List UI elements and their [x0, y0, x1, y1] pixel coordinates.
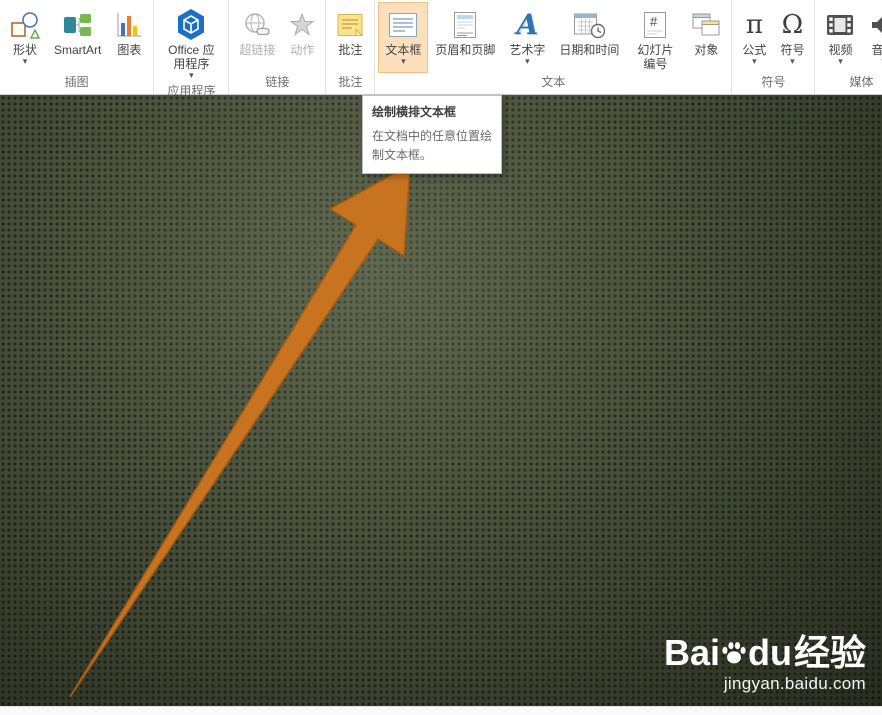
video-film-icon — [825, 7, 855, 43]
ribbon: 形状 ▾ SmartArt 图表 插图 Office 应用程序 ▾ 应用程序 超… — [0, 0, 882, 98]
equation-pi-icon: π — [745, 10, 763, 40]
chevron-down-icon: ▾ — [401, 56, 406, 66]
logo-text-jingyan: 经验 — [793, 632, 866, 673]
wordart-icon: A — [516, 8, 539, 41]
chevron-down-icon: ▾ — [525, 56, 530, 66]
date-time-icon — [573, 7, 606, 43]
button-label: 超链接 — [239, 43, 276, 57]
tooltip-title: 绘制横排文本框 — [372, 105, 457, 119]
object-button[interactable]: 对象 — [684, 2, 728, 73]
comment-button[interactable]: 批注 — [329, 2, 371, 73]
button-label: 图表 — [117, 43, 142, 57]
chevron-down-icon: ▾ — [790, 56, 795, 66]
action-button[interactable]: 动作 — [282, 2, 322, 73]
chart-button[interactable]: 图表 — [108, 2, 150, 73]
svg-text:#: # — [650, 14, 658, 29]
watermark-url: jingyan.baidu.com — [723, 674, 866, 693]
symbol-button[interactable]: Ω 符号 ▾ — [773, 2, 811, 73]
ribbon-group-links: 超链接 动作 链接 — [229, 0, 327, 94]
chart-icon — [115, 7, 143, 43]
annotation-arrow — [69, 163, 411, 698]
button-label: 批注 — [338, 43, 363, 57]
baidu-logo: Bai du 经验 — [664, 635, 866, 671]
date-time-button[interactable]: 日期和时间 — [552, 2, 626, 73]
button-label: SmartArt — [54, 43, 102, 57]
smartart-icon — [63, 7, 93, 43]
button-label: 形状 — [12, 43, 37, 57]
textbox-icon — [388, 7, 418, 43]
chevron-down-icon: ▾ — [189, 70, 194, 80]
button-label: 动作 — [290, 43, 315, 57]
header-footer-button[interactable]: 页眉和页脚 — [428, 2, 502, 73]
button-label: 对象 — [694, 43, 719, 57]
audio-speaker-icon — [869, 7, 882, 43]
button-label: 视频 — [828, 43, 853, 57]
slide-number-button[interactable]: # 幻灯片编号 — [626, 2, 684, 73]
button-label: 符号 — [780, 43, 805, 57]
button-label: 文本框 — [385, 43, 422, 57]
group-label-links: 链接 — [265, 75, 290, 89]
hyperlink-icon — [242, 7, 272, 43]
logo-text-du: du — [748, 632, 792, 673]
chevron-down-icon: ▾ — [838, 56, 843, 66]
shapes-button[interactable]: 形状 ▾ — [3, 2, 47, 73]
button-label: 音频 — [871, 43, 882, 57]
baidu-watermark: Bai du 经验 jingyan.baidu.com — [664, 635, 866, 694]
object-icon — [691, 7, 721, 43]
hyperlink-button[interactable]: 超链接 — [232, 2, 282, 73]
office-apps-icon — [174, 7, 208, 43]
ribbon-group-comments: 批注 批注 — [326, 0, 376, 94]
tooltip-textbox: 绘制横排文本框 在文档中的任意位置绘制文本框。 — [362, 95, 502, 175]
group-label-text: 文本 — [541, 75, 566, 89]
equation-button[interactable]: π 公式 ▾ — [735, 2, 773, 73]
ribbon-group-apps: Office 应用程序 ▾ 应用程序 — [154, 0, 230, 98]
video-button[interactable]: 视频 ▾ — [818, 2, 862, 73]
slide-number-icon: # — [643, 7, 667, 43]
ribbon-group-text: 文本框 ▾ 页眉和页脚 A 艺术字 ▾ 日期和时间 # 幻灯片编号 对象 文本 — [375, 0, 733, 94]
paw-print-icon — [721, 641, 747, 665]
group-label-comments: 批注 — [338, 75, 363, 89]
logo-text-bai: Bai — [663, 632, 720, 673]
chevron-down-icon: ▾ — [22, 56, 28, 66]
audio-button[interactable]: 音频 ▾ — [862, 2, 882, 73]
button-label: 日期和时间 — [559, 43, 620, 57]
textbox-button[interactable]: 文本框 ▾ — [378, 2, 429, 73]
button-label: Office 应用程序 — [168, 43, 215, 71]
comment-note-icon — [336, 7, 364, 43]
button-label: 页眉和页脚 — [435, 43, 496, 57]
wordart-button[interactable]: A 艺术字 ▾ — [502, 2, 552, 73]
button-label: 艺术字 — [509, 43, 546, 57]
button-label: 幻灯片编号 — [637, 43, 674, 71]
action-star-icon — [289, 7, 315, 43]
symbol-omega-icon: Ω — [781, 10, 804, 40]
chevron-down-icon: ▾ — [752, 56, 757, 66]
button-label: 公式 — [742, 43, 767, 57]
office-apps-button[interactable]: Office 应用程序 ▾ — [157, 2, 225, 82]
tooltip-body: 在文档中的任意位置绘制文本框。 — [372, 129, 493, 162]
ribbon-group-media: 视频 ▾ 音频 ▾ 媒体 — [815, 0, 882, 94]
group-label-symbols: 符号 — [761, 75, 786, 89]
smartart-button[interactable]: SmartArt — [47, 2, 108, 73]
ribbon-group-illustrations: 形状 ▾ SmartArt 图表 插图 — [0, 0, 155, 94]
shapes-icon — [10, 7, 40, 43]
header-footer-icon — [453, 7, 477, 43]
bottom-strip — [0, 706, 882, 715]
ribbon-group-symbols: π 公式 ▾ Ω 符号 ▾ 符号 — [732, 0, 816, 94]
slide-canvas[interactable]: 绘制横排文本框 在文档中的任意位置绘制文本框。 Bai du 经验 jingya… — [0, 95, 882, 706]
group-label-illustrations: 插图 — [64, 75, 89, 89]
group-label-media: 媒体 — [849, 75, 874, 89]
